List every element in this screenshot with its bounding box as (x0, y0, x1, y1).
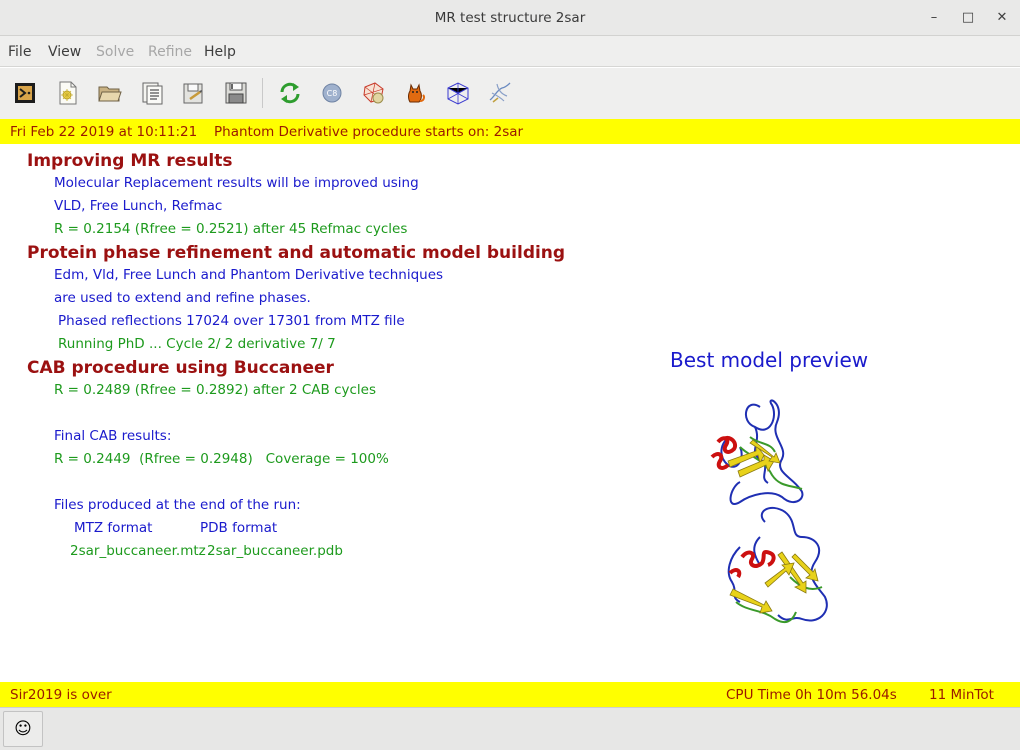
structure-icon[interactable] (487, 80, 513, 106)
log-result: Running PhD ... Cycle 2/ 2 derivative 7/… (58, 336, 336, 352)
crystal-cell-icon[interactable] (445, 80, 471, 106)
log-panel: Improving MR results Molecular Replaceme… (0, 145, 1020, 681)
log-result: R = 0.2489 (Rfree = 0.2892) after 2 CAB … (54, 382, 377, 398)
document-list-icon[interactable] (139, 80, 165, 106)
toolbar: C8 (0, 68, 1020, 120)
refresh-icon[interactable] (277, 80, 303, 106)
final-results-values: R = 0.2449 (Rfree = 0.2948) Coverage = 1… (54, 451, 389, 467)
log-line: VLD, Free Lunch, Refmac (54, 198, 223, 214)
log-line: Phased reflections 17024 over 17301 from… (58, 313, 405, 329)
exit-icon[interactable] (12, 80, 38, 106)
minimize-button[interactable]: – (925, 9, 943, 27)
min-tot: 11 MinTot (929, 687, 994, 703)
bottom-bar: ☺ (0, 707, 1020, 750)
toolbar-separator (262, 78, 263, 108)
app-window: MR test structure 2sar – □ ✕ File View S… (0, 0, 1020, 750)
section-title-mr: Improving MR results (27, 151, 233, 171)
smiley-button[interactable]: ☺ (3, 711, 43, 747)
top-status-bar: Fri Feb 22 2019 at 10:11:21 Phantom Deri… (0, 119, 1020, 144)
log-line: are used to extend and refine phases. (54, 290, 311, 306)
maximize-button[interactable]: □ (959, 9, 977, 27)
pdb-format-header: PDB format (200, 520, 278, 536)
log-line: Edm, Vld, Free Lunch and Phantom Derivat… (54, 267, 444, 283)
status-datetime: Fri Feb 22 2019 at 10:11:21 (10, 124, 198, 140)
status-finish-message: Sir2019 is over (10, 687, 112, 703)
molecule-icon[interactable] (361, 80, 387, 106)
new-file-icon[interactable] (55, 80, 81, 106)
cat-icon[interactable] (403, 80, 429, 106)
section-title-phase-refinement: Protein phase refinement and automatic m… (27, 243, 566, 263)
bottom-status-bar: Sir2019 is over CPU Time 0h 10m 56.04s 1… (0, 682, 1020, 707)
menu-solve[interactable]: Solve (96, 44, 134, 60)
menu-help[interactable]: Help (204, 44, 236, 60)
c8-icon[interactable]: C8 (319, 80, 345, 106)
close-button[interactable]: ✕ (993, 9, 1011, 27)
smiley-icon: ☺ (14, 719, 32, 739)
mtz-format-header: MTZ format (74, 520, 153, 536)
menu-file[interactable]: File (8, 44, 31, 60)
title-bar[interactable]: MR test structure 2sar – □ ✕ (0, 0, 1020, 36)
svg-text:C8: C8 (327, 89, 338, 98)
mtz-file-name[interactable]: 2sar_buccaneer.mtz (70, 543, 206, 559)
menu-refine[interactable]: Refine (148, 44, 192, 60)
protein-model-preview (710, 399, 828, 624)
cpu-time: CPU Time 0h 10m 56.04s (726, 687, 897, 703)
files-label: Files produced at the end of the run: (54, 497, 301, 513)
section-title-cab: CAB procedure using Buccaneer (27, 358, 334, 378)
log-result: R = 0.2154 (Rfree = 0.2521) after 45 Ref… (54, 221, 408, 237)
log-line: Molecular Replacement results will be im… (54, 175, 419, 191)
window-title: MR test structure 2sar (434, 10, 586, 26)
save-as-icon[interactable] (181, 80, 207, 106)
preview-title: Best model preview (670, 348, 869, 372)
menu-view[interactable]: View (48, 44, 81, 60)
pdb-file-name[interactable]: 2sar_buccaneer.pdb (207, 543, 343, 559)
menubar: File View Solve Refine Help (0, 36, 1020, 67)
save-icon[interactable] (223, 80, 249, 106)
open-folder-icon[interactable] (97, 80, 123, 106)
status-message: Phantom Derivative procedure starts on: … (214, 124, 524, 140)
final-results-label: Final CAB results: (54, 428, 172, 444)
